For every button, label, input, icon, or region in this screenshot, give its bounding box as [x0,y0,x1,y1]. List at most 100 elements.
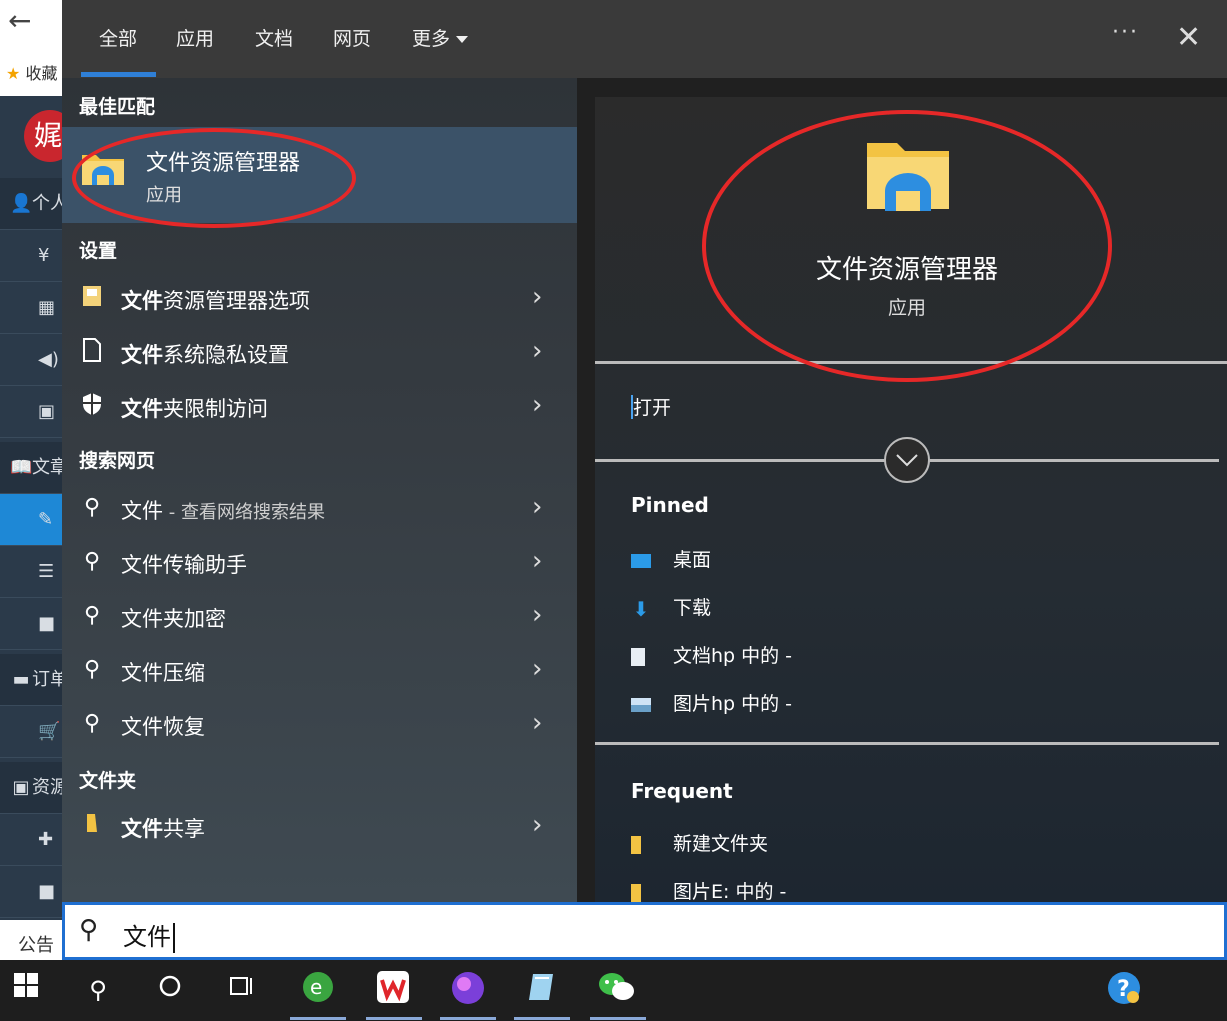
video-icon: ■ [38,881,56,902]
shield-icon [78,392,106,420]
search-icon: ⚲ [79,915,99,945]
search-icon: ⚲ [83,549,101,574]
speaker-icon: ◀) [38,349,59,370]
web-search-item[interactable]: ⚲ 文件传输助手 › [62,536,577,590]
web-search-item[interactable]: ⚲ 文件 - 查看网络搜索结果 › [62,482,577,536]
list-icon: ☰ [38,561,55,582]
help-icon[interactable]: ? [1104,970,1144,1010]
svg-text:e: e [310,975,322,999]
web-search-item[interactable]: ⚲ 文件恢复 › [62,698,577,752]
sidebar-row[interactable]: ☰ [0,546,62,598]
sidebar-row[interactable]: ✎ [0,494,62,546]
search-icon: ⚲ [83,657,101,682]
chevron-right-icon: › [532,282,543,312]
star-icon: ★ [6,64,21,83]
folder-icon [631,835,641,854]
sidebar-row[interactable]: ✚ [0,814,62,866]
settings-item[interactable]: 文件系统隐私设置 › [62,326,577,380]
folder-item[interactable]: 文件共享 › [62,800,577,854]
sidebar-row[interactable]: ▣ [0,386,62,438]
tab-all[interactable]: 全部 [99,24,137,51]
book-icon: 📖 [10,457,33,478]
sidebar-row[interactable]: ■ [0,866,62,918]
search-icon: ⚲ [83,711,101,736]
active-tab-indicator [81,72,156,77]
pinned-heading: Pinned [631,493,709,517]
chevron-right-icon: › [532,492,543,522]
folder-options-icon [78,284,106,312]
money-icon: ▣ [38,401,56,422]
sidebar-row[interactable]: ◀) [0,334,62,386]
user-icon: 👤 [10,193,33,214]
web-search-item[interactable]: ⚲ 文件压缩 › [62,644,577,698]
chevron-right-icon: › [532,546,543,576]
wechat-icon[interactable] [597,970,637,1010]
expand-button[interactable] [884,437,930,483]
pinned-item[interactable]: 文档hp 中的 - [631,641,792,668]
desktop-icon [631,553,651,568]
windows-start-icon[interactable] [6,970,46,1010]
chevron-right-icon: › [532,810,543,840]
pictures-icon [631,697,651,712]
favorites-bar[interactable]: ★ 收藏 [6,60,57,84]
media-app-icon[interactable] [448,970,488,1010]
favorites-label: 收藏 [25,64,58,83]
section-best-match: 最佳匹配 [79,96,156,118]
annotation-circle [72,128,356,228]
tab-documents[interactable]: 文档 [255,24,293,51]
document-icon [78,338,106,366]
background-sidebar: 娓 👤个人 ¥ ▦ ◀) ▣ 📖文章 ✎ ☰ ■ ▬订单 🛒 ▣资源 ✚ ■ 公… [0,96,76,972]
cortana-icon[interactable] [150,970,190,1010]
search-tabs-bar: 全部 应用 文档 网页 更多 ··· ✕ [62,0,1227,78]
back-arrow-icon[interactable]: ← [8,4,31,37]
sidebar-row[interactable]: 👤个人 [0,178,62,230]
running-indicator [290,1017,346,1020]
web-search-item[interactable]: ⚲ 文件夹加密 › [62,590,577,644]
sidebar-row[interactable]: 🛒 [0,706,62,758]
chevron-down-icon [456,36,469,43]
sidebar-row[interactable]: ■ [0,598,62,650]
frequent-item[interactable]: 新建文件夹 [631,829,768,856]
tab-web[interactable]: 网页 [333,24,371,51]
close-button[interactable]: ✕ [1176,20,1201,56]
running-indicator [440,1017,496,1020]
pinned-item[interactable]: ⬇ 下载 [631,593,711,620]
section-web-search: 搜索网页 [79,450,156,472]
sidebar-row[interactable]: ▬订单 [0,654,62,706]
section-settings: 设置 [79,240,118,262]
settings-item[interactable]: 文件资源管理器选项 › [62,272,577,326]
open-external-icon [631,395,633,419]
tab-more[interactable]: 更多 [412,24,469,51]
chevron-down-icon [896,454,918,467]
wps-office-icon[interactable] [373,970,413,1010]
sidebar-row[interactable]: 📖文章 [0,442,62,494]
grid-icon: ▦ [38,297,56,318]
360-browser-icon[interactable]: e [298,970,338,1010]
frequent-heading: Frequent [631,779,733,803]
taskbar: ⚲ e ? [0,960,1227,1021]
notepad-app-icon[interactable] [522,970,562,1010]
search-icon[interactable]: ⚲ [78,970,118,1010]
plus-icon: ✚ [38,829,54,850]
download-icon: ⬇ [632,596,650,621]
task-view-icon[interactable] [222,970,262,1010]
chevron-right-icon: › [532,600,543,630]
sidebar-row[interactable]: ▦ [0,282,62,334]
running-indicator [590,1017,646,1020]
sidebar-row[interactable]: ▣资源 [0,762,62,814]
folder-icon [631,883,641,902]
search-query: 文件 [123,923,171,951]
text-cursor [173,923,175,953]
search-icon: ⚲ [83,603,101,628]
pinned-item[interactable]: 桌面 [631,545,711,572]
tab-apps[interactable]: 应用 [176,24,214,51]
frequent-item[interactable]: 图片E: 中的 - [631,877,786,904]
settings-item[interactable]: 文件夹限制访问 › [62,380,577,434]
more-options-button[interactable]: ··· [1112,20,1139,45]
pinned-item[interactable]: 图片hp 中的 - [631,689,792,716]
chevron-right-icon: › [532,708,543,738]
sidebar-row[interactable]: ¥ [0,230,62,282]
search-input[interactable]: ⚲ 文件 [62,902,1227,960]
open-button[interactable]: 打开 [631,393,671,420]
divider [595,742,1219,745]
